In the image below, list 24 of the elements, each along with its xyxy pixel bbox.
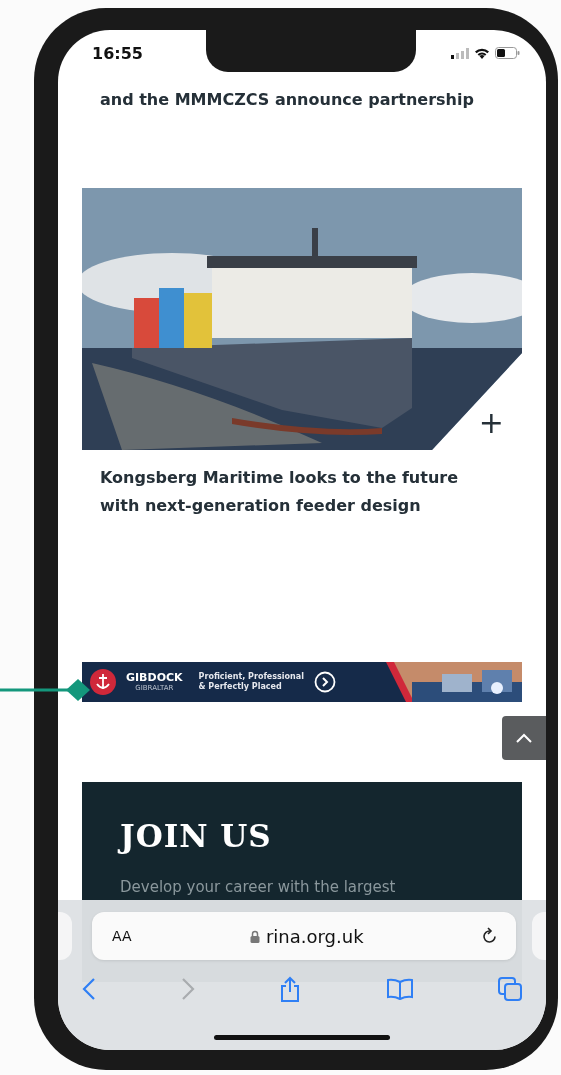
ad-brand: GIBDOCK: [126, 671, 183, 684]
ad-tagline: Proficient, Professional: [198, 672, 304, 682]
url-text: rina.org.uk: [265, 925, 364, 947]
arrow-circle-icon: [313, 671, 336, 693]
join-text: Develop your career with the largest: [120, 878, 397, 896]
text-size-button[interactable]: AA: [112, 928, 132, 944]
wifi-icon: [474, 47, 490, 59]
article-title[interactable]: Kongsberg Maritime looks to the future with next-generation feeder design: [100, 464, 500, 520]
expand-icon[interactable]: +: [478, 408, 504, 438]
chevron-up-icon: [516, 733, 532, 743]
ad-tagline: & Perfectly Placed: [198, 682, 283, 692]
article-headline[interactable]: and the MMMCZCS announce partnership: [100, 86, 522, 114]
share-icon[interactable]: [279, 976, 301, 1002]
tabs-icon[interactable]: [498, 977, 522, 1001]
status-time: 16:55: [92, 43, 143, 63]
lock-icon: [249, 929, 260, 943]
back-icon[interactable]: [82, 977, 96, 1001]
book-icon[interactable]: [385, 978, 414, 1000]
signal-icon: [451, 47, 469, 59]
scroll-top-button[interactable]: [502, 716, 546, 760]
battery-icon: [495, 47, 520, 59]
address-bar[interactable]: AA rina.org.uk: [92, 912, 516, 960]
reload-icon[interactable]: [482, 927, 498, 945]
anchor-logo-icon: [90, 669, 116, 695]
